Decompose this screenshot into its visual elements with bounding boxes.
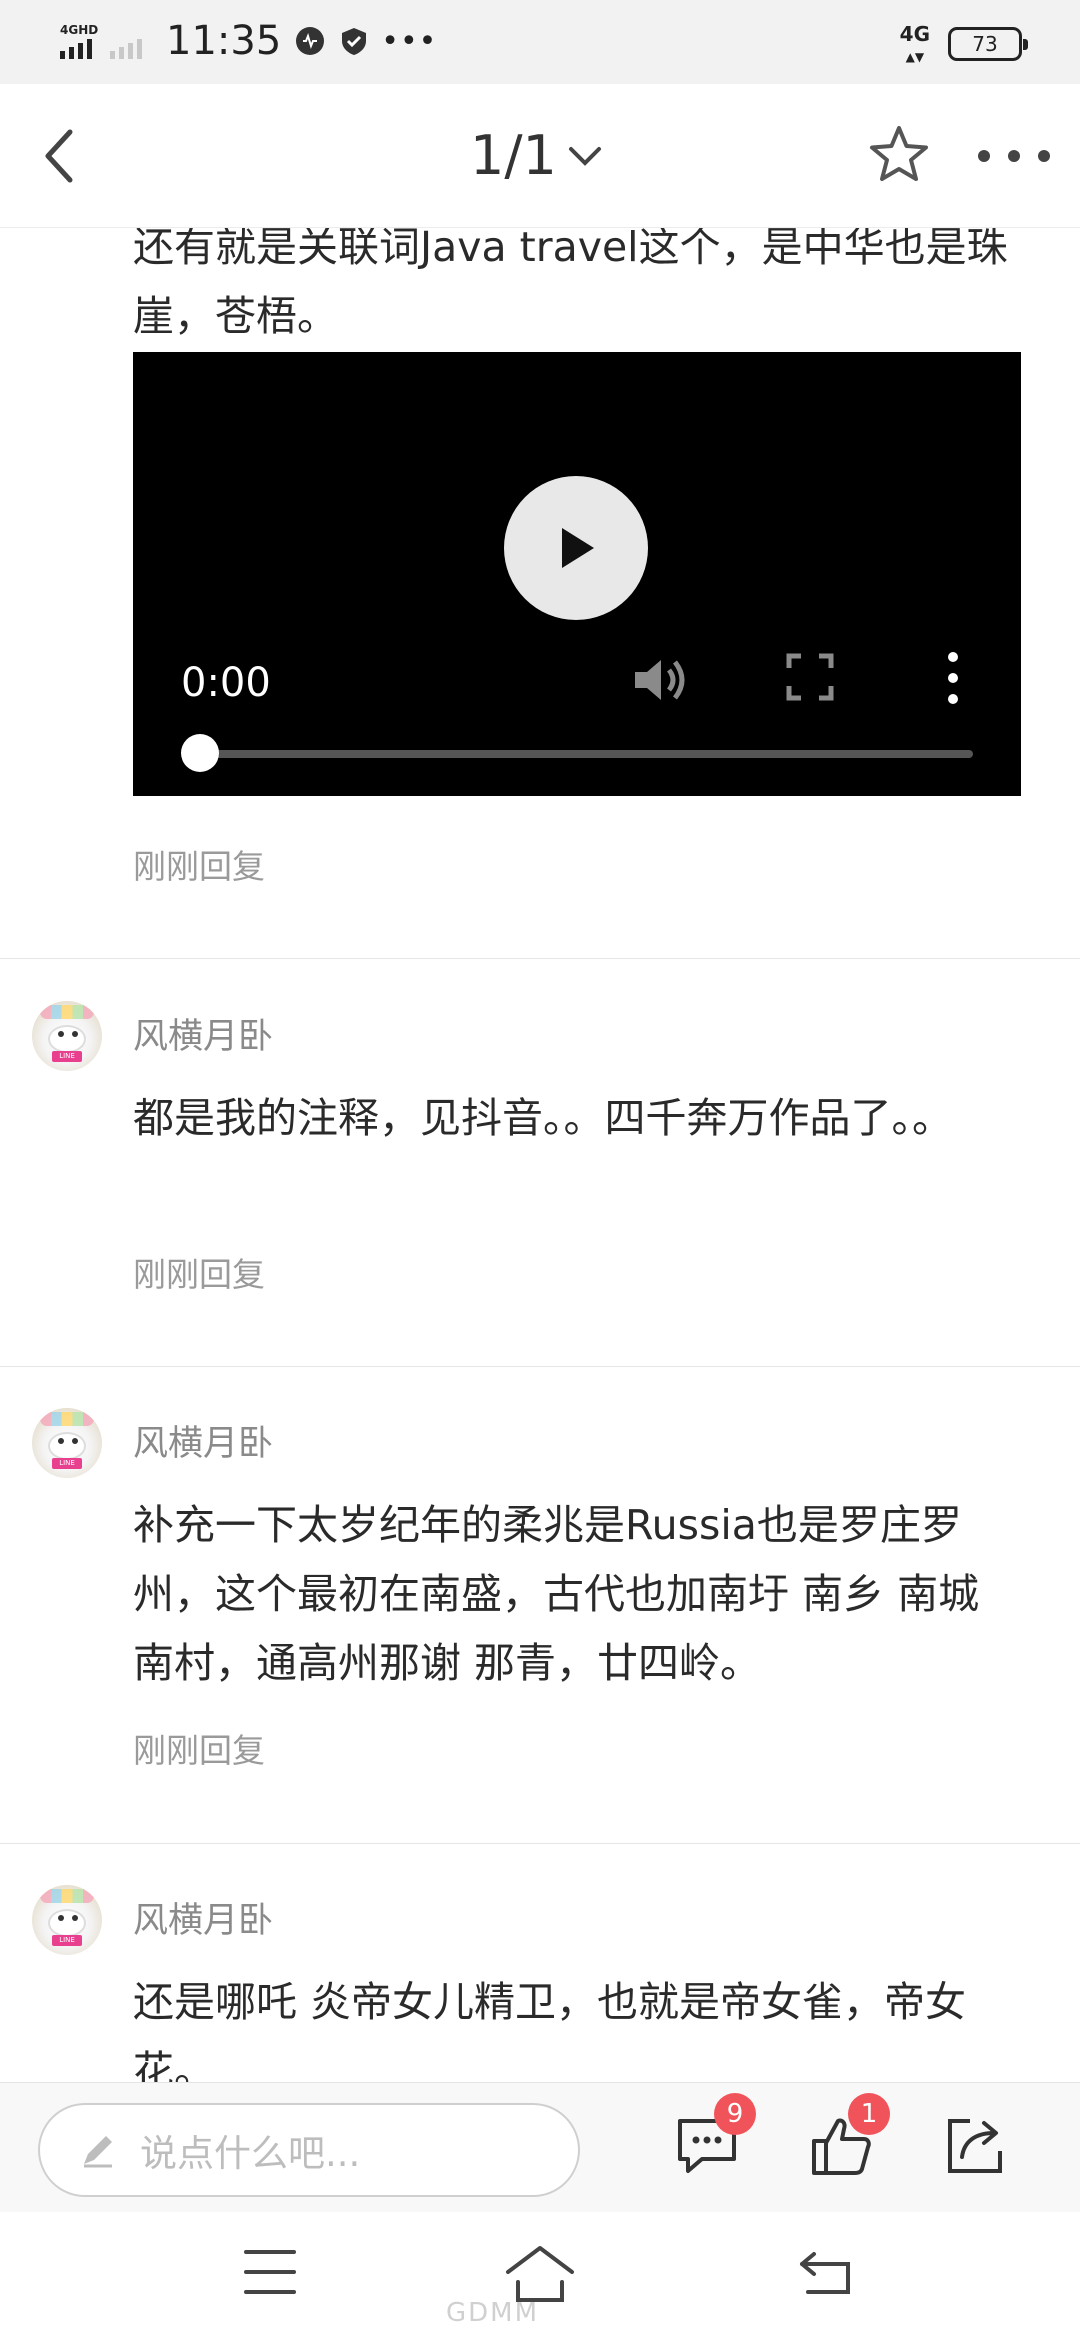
page-indicator-label: 1/1	[470, 124, 557, 187]
like-count-badge: 1	[848, 2093, 890, 2135]
comment-username[interactable]: 风横月卧	[133, 1892, 273, 1943]
video-progress-bar[interactable]	[181, 734, 973, 772]
divider	[0, 1366, 1080, 1367]
comment-text: 补充一下太岁纪年的柔兆是Russia也是罗庄罗州，这个最初在南盛，古代也加南圩 …	[133, 1501, 980, 1687]
divider	[0, 1843, 1080, 1844]
comment-input-placeholder: 说点什么吧...	[140, 2132, 361, 2175]
chevron-down-icon	[568, 146, 601, 166]
app-notification-icon	[296, 27, 325, 55]
status-time: 11:35	[166, 18, 282, 64]
fullscreen-icon[interactable]	[783, 650, 837, 704]
system-navigation-bar: GDMM	[0, 2212, 1080, 2340]
comment-reply-time[interactable]: 刚刚回复	[133, 1724, 265, 1772]
page-selector[interactable]: 1/1	[470, 124, 605, 187]
shield-icon	[342, 28, 367, 55]
status-bar: 4GHD 11:35 ••• 4G ▲▼ 73	[0, 0, 1080, 84]
post-text: 还有就是关联词Java travel这个，是中华也是珠崖，苍梧。	[133, 228, 1008, 340]
back-arrow-icon[interactable]	[26, 120, 98, 192]
video-current-time: 0:00	[181, 660, 271, 706]
recent-apps-icon[interactable]	[244, 2250, 296, 2294]
more-notifications-icon: •••	[381, 23, 438, 59]
share-button[interactable]	[940, 2111, 1010, 2181]
video-more-options-icon[interactable]	[939, 648, 967, 708]
signal-icon: 4GHD	[58, 21, 108, 61]
watermark: GDMM	[446, 2298, 540, 2328]
share-icon	[948, 2119, 1002, 2173]
battery-icon: 73	[948, 27, 1028, 61]
comment-thread: 还有就是关联词Java travel这个，是中华也是珠崖，苍梧。 0:00 刚刚…	[0, 228, 1080, 2082]
network-4g-icon: 4G ▲▼	[899, 22, 930, 64]
comments-button[interactable]: 9	[672, 2093, 756, 2181]
avatar[interactable]: LINE	[32, 1885, 102, 1955]
comment-text: 还是哪吒 炎帝女儿精卫，也就是帝女雀，帝女花。	[133, 1978, 967, 2082]
volume-icon[interactable]	[629, 650, 689, 710]
like-button[interactable]: 1	[806, 2093, 890, 2181]
comment-action-bar: 说点什么吧... 9 1	[0, 2082, 1080, 2212]
top-navigation: 1/1	[0, 84, 1080, 228]
more-options-button[interactable]	[972, 126, 1056, 186]
play-button[interactable]	[504, 476, 648, 620]
favorite-star-icon[interactable]	[866, 122, 932, 188]
comment-text: 都是我的注释，见抖音。。四千奔万作品了。。	[133, 1094, 953, 1142]
comment-input[interactable]: 说点什么吧...	[38, 2103, 580, 2197]
avatar[interactable]: LINE	[32, 1408, 102, 1478]
battery-level: 73	[972, 32, 998, 56]
avatar[interactable]: LINE	[32, 1001, 102, 1071]
video-player[interactable]: 0:00	[133, 352, 1021, 796]
play-icon	[562, 528, 594, 568]
home-icon[interactable]	[504, 2242, 576, 2304]
divider	[0, 958, 1080, 959]
pencil-icon	[84, 2136, 112, 2168]
comment-username[interactable]: 风横月卧	[133, 1008, 273, 1059]
back-nav-icon[interactable]	[796, 2248, 854, 2298]
comment-reply-time[interactable]: 刚刚回复	[133, 1248, 265, 1296]
post-reply-time[interactable]: 刚刚回复	[133, 840, 265, 888]
comment-username[interactable]: 风横月卧	[133, 1415, 273, 1466]
signal-icon-secondary	[108, 21, 152, 61]
comment-count-badge: 9	[714, 2093, 756, 2135]
video-progress-thumb[interactable]	[181, 734, 219, 772]
